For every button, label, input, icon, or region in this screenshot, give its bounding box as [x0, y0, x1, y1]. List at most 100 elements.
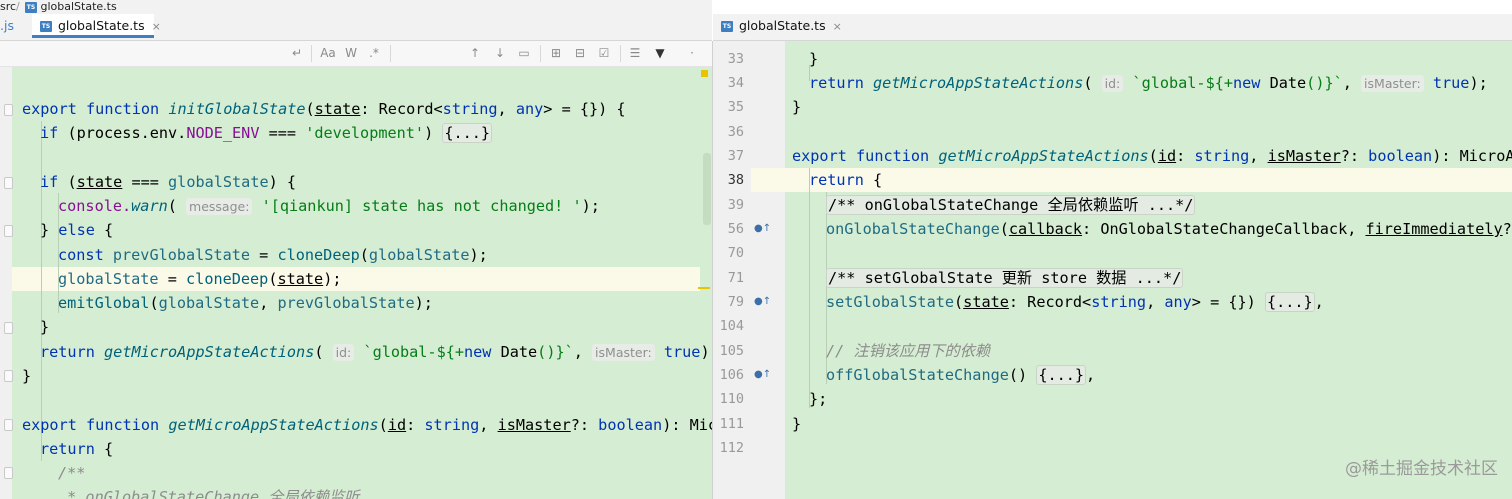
- tab-globalstate-left[interactable]: TS globalState.ts ×: [32, 14, 161, 38]
- select-all-occurrences-icon[interactable]: ☑: [596, 45, 612, 61]
- editor-tabbar-right: TS globalState.ts ×: [713, 14, 1512, 41]
- line-number: 34: [727, 75, 744, 91]
- code-line: console.warn( message: '[qiankun] state …: [58, 197, 600, 215]
- line-number: 111: [719, 416, 744, 432]
- typescript-file-icon: TS: [40, 21, 52, 32]
- code-line: export function getMicroAppStateActions(…: [792, 147, 1512, 165]
- replace-icon[interactable]: ↵: [289, 45, 305, 61]
- line-number: 104: [719, 318, 744, 334]
- add-occurrence-icon[interactable]: ⊞: [548, 45, 564, 61]
- breadcrumb: src / TS globalState.ts: [0, 0, 712, 14]
- code-line: }: [22, 367, 32, 385]
- arrow-up-icon[interactable]: ↑: [467, 45, 483, 61]
- breadcrumb-file[interactable]: TS globalState.ts: [25, 0, 117, 13]
- implemented-method-icon[interactable]: ●↑: [754, 368, 771, 382]
- tab-js-file[interactable]: .js: [0, 14, 28, 38]
- code-line: return {: [809, 171, 883, 189]
- line-number: 35: [727, 99, 744, 115]
- watermark: @稀土掘金技术社区: [1345, 459, 1498, 479]
- left-editor[interactable]: export function initGlobalState(state: R…: [0, 67, 712, 499]
- line-number: 56: [727, 221, 744, 237]
- code-line: * onGlobalStateChange 全局依赖监听: [58, 488, 360, 499]
- filter-icon[interactable]: ▼: [652, 45, 668, 61]
- line-number: 106: [719, 367, 744, 383]
- line-number: 71: [727, 270, 744, 286]
- left-gutter: [0, 67, 12, 499]
- code-line: }: [809, 50, 819, 68]
- tab-label: globalState.ts: [739, 18, 826, 33]
- fold-marker[interactable]: [4, 104, 13, 116]
- parameter-hint: isMaster:: [592, 344, 655, 361]
- folded-code-block[interactable]: {...}: [442, 123, 493, 143]
- code-line: export function getMicroAppStateActions(…: [22, 416, 712, 434]
- code-line: onGlobalStateChange(callback: OnGlobalSt…: [826, 220, 1512, 238]
- code-line: return getMicroAppStateActions( id: `glo…: [809, 74, 1488, 92]
- line-number: 37: [727, 148, 744, 164]
- code-line: // 注销该应用下的依赖: [826, 342, 991, 360]
- implemented-method-icon[interactable]: ●↑: [754, 222, 771, 236]
- folded-comment[interactable]: /** setGlobalState 更新 store 数据 ...*/: [826, 268, 1184, 288]
- pin-icon[interactable]: ·: [684, 45, 700, 61]
- tab-label: globalState.ts: [58, 18, 145, 33]
- tab-js-label: .js: [0, 18, 14, 33]
- code-line: };: [809, 390, 828, 408]
- breadcrumb-separator: /: [16, 0, 20, 13]
- code-line: /**: [58, 464, 86, 482]
- folded-code-block[interactable]: {...}: [1264, 292, 1315, 312]
- line-number: 79: [727, 294, 744, 310]
- line-number: 112: [719, 440, 744, 456]
- fold-marker[interactable]: [4, 225, 13, 237]
- arrow-down-icon[interactable]: ↓: [492, 45, 508, 61]
- fold-marker[interactable]: [4, 370, 13, 382]
- typescript-file-icon: TS: [25, 1, 37, 13]
- code-line: /** onGlobalStateChange 全局依赖监听 ...*/: [826, 193, 1196, 217]
- line-number: 36: [727, 124, 744, 140]
- line-number: 39: [727, 197, 744, 213]
- warning-marker[interactable]: [701, 70, 708, 77]
- breadcrumb-file-label: globalState.ts: [40, 0, 117, 13]
- breadcrumb-folder[interactable]: src: [0, 0, 16, 13]
- search-toolbar: ↵ Aa W .* ↑ ↓ ▭ ⊞ ⊟ ☑ ☰ ▼ ·: [0, 41, 712, 67]
- code-line: }: [40, 318, 50, 336]
- line-number: 70: [727, 245, 744, 261]
- line-number: 110: [719, 391, 744, 407]
- fold-marker[interactable]: [4, 467, 13, 479]
- code-line: export function initGlobalState(state: R…: [22, 100, 626, 118]
- right-editor[interactable]: 33 34 35 36 37 38 39 56 70 71 79 104 105…: [712, 41, 1512, 499]
- code-line: globalState = cloneDeep(state);: [58, 270, 342, 288]
- parameter-hint: id:: [332, 344, 355, 361]
- whole-words-button[interactable]: W: [343, 45, 359, 61]
- close-icon[interactable]: ×: [833, 20, 842, 33]
- code-line: setGlobalState(state: Record<string, any…: [826, 292, 1324, 312]
- fold-marker[interactable]: [4, 419, 13, 431]
- code-line: return getMicroAppStateActions( id: `glo…: [40, 343, 712, 361]
- close-icon[interactable]: ×: [152, 20, 161, 33]
- line-number: 33: [727, 51, 744, 67]
- code-line: if (state === globalState) {: [40, 173, 297, 191]
- parameter-hint: isMaster:: [1361, 75, 1424, 92]
- tab-globalstate-right[interactable]: TS globalState.ts ×: [721, 14, 842, 38]
- code-line: /** setGlobalState 更新 store 数据 ...*/: [826, 266, 1184, 290]
- code-line: }: [792, 415, 802, 433]
- folded-code-block[interactable]: {...}: [1036, 365, 1087, 385]
- scrollbar-thumb[interactable]: [703, 153, 711, 225]
- match-case-button[interactable]: Aa: [318, 45, 338, 61]
- fold-marker[interactable]: [4, 322, 13, 334]
- list-icon[interactable]: ☰: [627, 45, 643, 61]
- fold-marker[interactable]: [4, 177, 13, 189]
- line-number: 38: [727, 172, 744, 188]
- code-line: } else {: [40, 221, 114, 239]
- regex-button[interactable]: .*: [366, 45, 382, 61]
- typescript-file-icon: TS: [721, 21, 733, 32]
- remove-occurrence-icon[interactable]: ⊟: [572, 45, 588, 61]
- code-line: offGlobalStateChange() {...},: [826, 365, 1096, 385]
- line-number: 105: [719, 343, 744, 359]
- code-line: }: [792, 98, 802, 116]
- folded-comment[interactable]: /** onGlobalStateChange 全局依赖监听 ...*/: [826, 195, 1196, 215]
- implemented-method-icon[interactable]: ●↑: [754, 295, 771, 309]
- editor-tabbar-left: .js TS globalState.ts ×: [0, 14, 712, 41]
- parameter-hint: id:: [1101, 75, 1124, 92]
- code-line: emitGlobal(globalState, prevGlobalState)…: [58, 294, 433, 312]
- find-in-window-icon[interactable]: ▭: [516, 45, 532, 61]
- code-line: if (process.env.NODE_ENV === 'developmen…: [40, 123, 493, 143]
